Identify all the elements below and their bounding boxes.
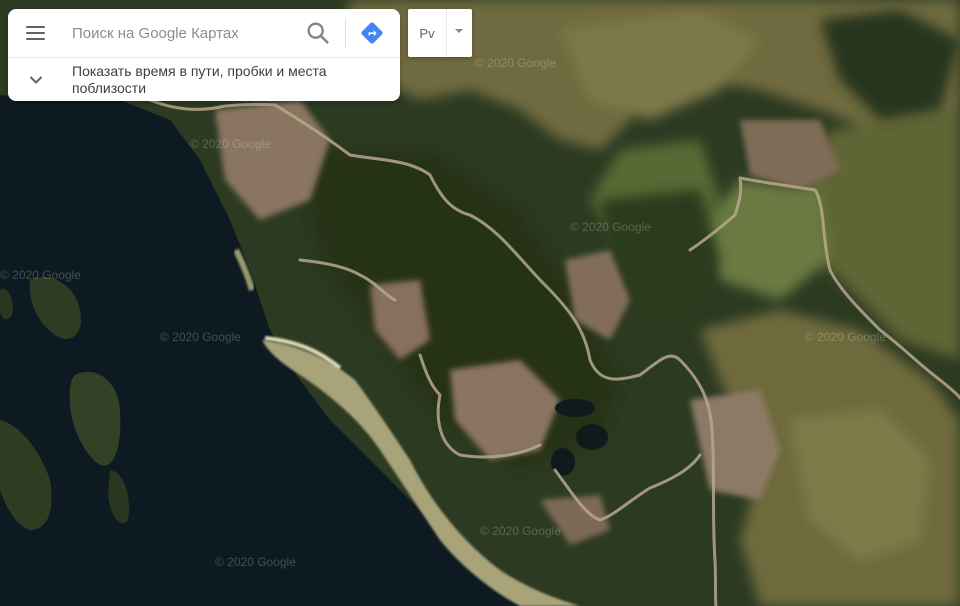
search-icon <box>307 22 329 44</box>
directions-icon <box>361 22 383 44</box>
search-input[interactable] <box>72 19 292 47</box>
layer-switcher: Рv <box>408 9 472 57</box>
search-bar <box>8 9 400 57</box>
traffic-suggestion-toggle[interactable]: Показать время в пути, пробки и места по… <box>8 58 400 101</box>
directions-button[interactable] <box>358 19 386 47</box>
layer-dropdown-button[interactable] <box>447 9 472 57</box>
divider <box>345 19 346 47</box>
search-button[interactable] <box>304 19 332 47</box>
suggestion-text: Показать время в пути, пробки и места по… <box>72 63 327 96</box>
hamburger-icon <box>25 26 45 28</box>
search-card: Показать время в пути, пробки и места по… <box>8 9 400 101</box>
chevron-down-icon <box>30 76 42 84</box>
layer-button[interactable]: Рv <box>408 9 446 57</box>
menu-button[interactable] <box>18 17 52 49</box>
